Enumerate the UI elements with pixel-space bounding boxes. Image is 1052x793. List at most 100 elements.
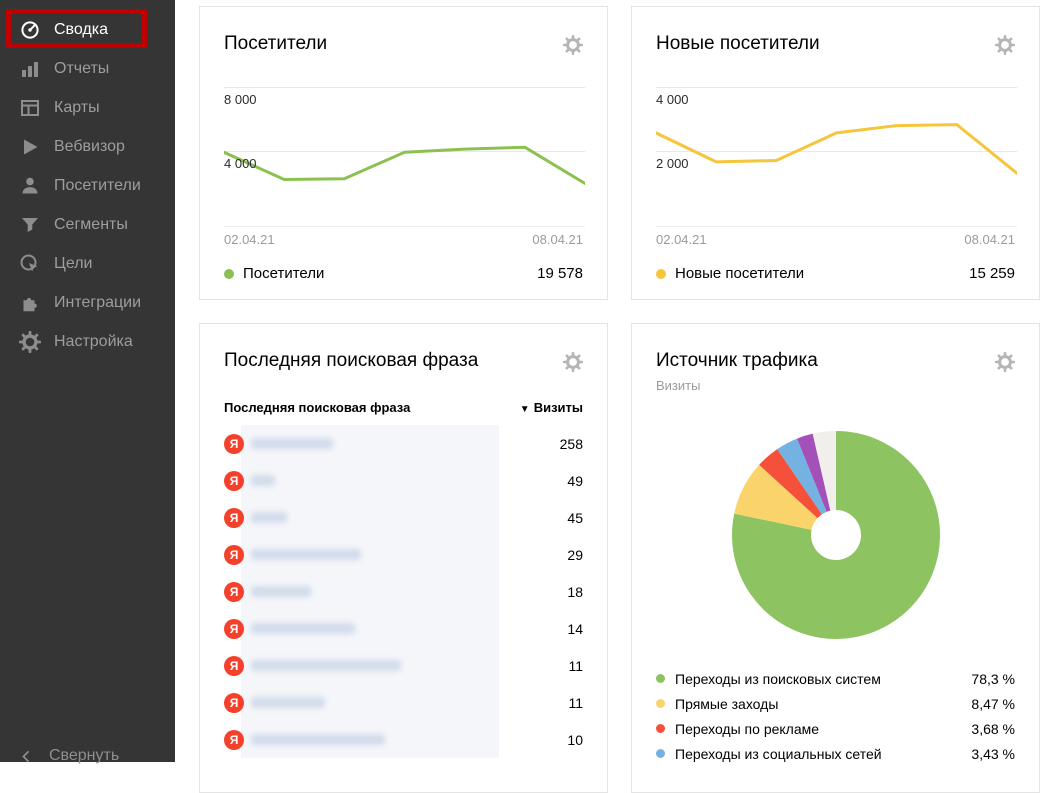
table-row: Я49 xyxy=(224,462,583,499)
widget-settings-gear-icon[interactable] xyxy=(995,35,1015,55)
pie-legend-item[interactable]: Переходы из социальных сетей 3,43 % xyxy=(656,741,1015,766)
y-axis-tick-label: 2 000 xyxy=(656,156,689,171)
visits-value: 11 xyxy=(568,695,583,711)
visitors-line-chart xyxy=(224,84,585,229)
blurred-phrase-link[interactable] xyxy=(251,586,311,597)
yandex-favicon: Я xyxy=(224,508,244,528)
sidebar-item-webvisor[interactable]: Вебвизор xyxy=(0,127,175,166)
pie-legend-label: Переходы из социальных сетей xyxy=(675,746,882,762)
person-icon xyxy=(19,175,41,197)
card-title: Посетители xyxy=(224,33,327,55)
traffic-source-card: Источник трафика Визиты Переходы из поис… xyxy=(631,323,1040,793)
sidebar-item-label: Сводка xyxy=(54,21,108,39)
pie-legend-value: 3,68 % xyxy=(971,721,1015,737)
pie-legend-item[interactable]: Переходы из поисковых систем 78,3 % xyxy=(656,666,1015,691)
search-phrase-rows: Я258Я49Я45Я29Я18Я14Я11Я11Я10 xyxy=(224,425,583,758)
y-axis-tick-label: 4 000 xyxy=(224,156,257,171)
chevron-left-icon xyxy=(19,749,34,764)
legend-total-value: 15 259 xyxy=(969,265,1015,282)
sidebar-item-visitors[interactable]: Посетители xyxy=(0,166,175,205)
last-search-phrase-card: Последняя поисковая фраза Последняя поис… xyxy=(199,323,608,793)
sidebar-item-summary[interactable]: Сводка xyxy=(0,10,175,49)
visits-value: 49 xyxy=(567,473,583,489)
x-axis-date-end: 08.04.21 xyxy=(532,232,583,247)
sidebar-item-label: Карты xyxy=(54,99,100,117)
puzzle-icon xyxy=(19,292,41,314)
blurred-phrase-link[interactable] xyxy=(251,438,333,449)
card-title: Последняя поисковая фраза xyxy=(224,350,478,372)
legend-label: Посетители xyxy=(243,265,324,282)
pie-metric-subtitle: Визиты xyxy=(656,378,1015,393)
x-axis-date-start: 02.04.21 xyxy=(656,232,707,247)
pie-legend-label: Переходы из поисковых систем xyxy=(675,671,881,687)
visits-value: 29 xyxy=(567,547,583,563)
y-axis-tick-label: 8 000 xyxy=(224,92,257,107)
legend-label: Новые посетители xyxy=(675,265,804,282)
target-icon xyxy=(19,253,41,275)
blurred-phrase-link[interactable] xyxy=(251,697,325,708)
yandex-favicon: Я xyxy=(224,730,244,750)
chart-legend-item[interactable]: Посетители 19 578 xyxy=(224,265,583,282)
sidebar-item-goals[interactable]: Цели xyxy=(0,244,175,283)
sidebar-item-reports[interactable]: Отчеты xyxy=(0,49,175,88)
bar-chart-icon xyxy=(19,58,41,80)
gear-icon xyxy=(19,331,41,353)
widget-settings-gear-icon[interactable] xyxy=(563,352,583,372)
visitors-card: Посетители 8 000 4 000 02.04.21 08.04.21… xyxy=(199,6,608,300)
blurred-phrase-link[interactable] xyxy=(251,549,361,560)
visits-value: 45 xyxy=(567,510,583,526)
sidebar: Сводка Отчеты Карты Вебвизор Посетители Сегме… xyxy=(0,0,175,762)
x-axis-date-end: 08.04.21 xyxy=(964,232,1015,247)
blurred-phrase-link[interactable] xyxy=(251,512,287,523)
blurred-phrase-link[interactable] xyxy=(251,660,401,671)
table-row: Я 10 xyxy=(224,721,583,758)
widget-settings-gear-icon[interactable] xyxy=(995,352,1015,372)
sidebar-collapse-button[interactable]: Свернуть xyxy=(19,747,119,765)
yandex-favicon: Я xyxy=(224,434,244,454)
play-icon xyxy=(19,136,41,158)
new-visitors-line-chart xyxy=(656,84,1017,229)
legend-dot xyxy=(656,724,665,733)
traffic-source-pie-chart xyxy=(728,427,944,643)
visits-sort-header[interactable]: ▼Визиты xyxy=(520,400,583,415)
sidebar-item-label: Интеграции xyxy=(54,294,141,312)
sidebar-item-integrations[interactable]: Интеграции xyxy=(0,283,175,322)
blurred-phrase-link[interactable] xyxy=(251,734,385,745)
sidebar-item-label: Посетители xyxy=(54,177,141,195)
visits-value: 258 xyxy=(560,436,583,452)
sidebar-item-label: Сегменты xyxy=(54,216,128,234)
visits-value: 11 xyxy=(568,658,583,674)
table-column-header-phrase: Последняя поисковая фраза xyxy=(224,400,410,415)
sidebar-item-maps[interactable]: Карты xyxy=(0,88,175,127)
dashboard: Посетители 8 000 4 000 02.04.21 08.04.21… xyxy=(175,0,1052,762)
table-row: Я29 xyxy=(224,536,583,573)
layout-icon xyxy=(19,97,41,119)
gauge-icon xyxy=(19,19,41,41)
x-axis-date-start: 02.04.21 xyxy=(224,232,275,247)
yandex-favicon: Я xyxy=(224,582,244,602)
pie-legend-item[interactable]: Прямые заходы8,47 % xyxy=(656,691,1015,716)
visits-value: 10 xyxy=(567,732,583,748)
sidebar-item-segments[interactable]: Сегменты xyxy=(0,205,175,244)
sidebar-item-label: Отчеты xyxy=(54,60,109,78)
pie-legend-value: 78,3 % xyxy=(971,671,1015,687)
pie-legend-label: Переходы по рекламе xyxy=(675,721,819,737)
blurred-phrase-link[interactable] xyxy=(251,475,275,486)
card-title: Источник трафика xyxy=(656,350,818,372)
sidebar-item-label: Вебвизор xyxy=(54,138,125,156)
yandex-favicon: Я xyxy=(224,693,244,713)
table-row: Я 258 xyxy=(224,425,583,462)
new-visitors-card: Новые посетители 4 000 2 000 02.04.21 08… xyxy=(631,6,1040,300)
table-column-header-visits: Визиты xyxy=(534,400,583,415)
pie-legend-value: 3,43 % xyxy=(971,746,1015,762)
chart-legend-item[interactable]: Новые посетители 15 259 xyxy=(656,265,1015,282)
pie-legend-item[interactable]: Переходы по рекламе 3,68 % xyxy=(656,716,1015,741)
visits-value: 14 xyxy=(567,621,583,637)
table-row: Я11 xyxy=(224,647,583,684)
sidebar-item-settings[interactable]: Настройка xyxy=(0,322,175,361)
legend-dot xyxy=(224,269,234,279)
widget-settings-gear-icon[interactable] xyxy=(563,35,583,55)
yandex-favicon: Я xyxy=(224,619,244,639)
blurred-phrase-link[interactable] xyxy=(251,623,355,634)
sidebar-collapse-label: Свернуть xyxy=(49,747,119,765)
